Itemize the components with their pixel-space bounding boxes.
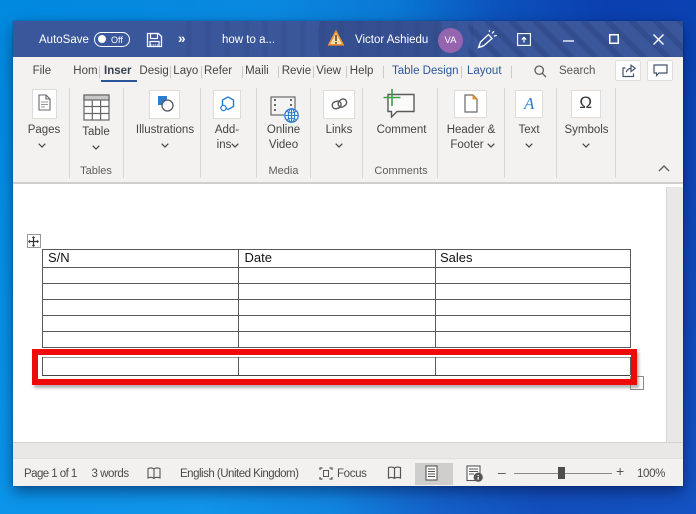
svg-text:A: A bbox=[523, 94, 535, 113]
